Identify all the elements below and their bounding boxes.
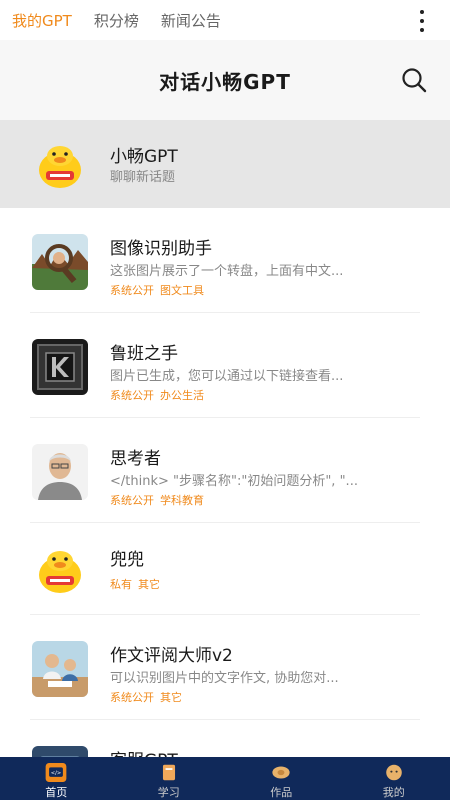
bot-name: 作文评阅大师v2 (110, 646, 233, 666)
tag: 办公生活 (160, 389, 204, 402)
list-item[interactable]: 兜兜 私有 其它 (0, 523, 450, 615)
tag: 系统公开 (110, 389, 154, 402)
bot-name: 鲁班之手 (110, 344, 178, 364)
metal-logo-icon (32, 339, 88, 395)
bot-desc: 可以识别图片中的文字作文, 协助您对... (110, 671, 339, 686)
nav-mine[interactable]: 我的 (338, 757, 450, 800)
tab-my-gpt[interactable]: 我的GPT (12, 10, 72, 31)
tag: 图文工具 (160, 284, 204, 297)
tag-list: 系统公开 办公生活 (110, 387, 204, 403)
duck-mascot-icon (32, 138, 88, 194)
bot-desc: 图片已生成，您可以通过以下链接查看... (110, 369, 344, 384)
svg-text:</>: </> (51, 771, 61, 777)
nav-label: 首页 (45, 786, 68, 799)
profile-icon (385, 764, 402, 781)
tag-list: 私有 其它 (110, 576, 160, 592)
nav-label: 学习 (157, 786, 180, 799)
tag-list: 系统公开 图文工具 (110, 282, 204, 298)
tag: 其它 (138, 578, 160, 591)
works-icon (272, 766, 290, 779)
tab-news[interactable]: 新闻公告 (161, 10, 221, 31)
tag: 私有 (110, 578, 132, 591)
nav-label: 作品 (270, 786, 293, 799)
book-icon (162, 764, 175, 781)
tag-list: 系统公开 学科教育 (110, 492, 204, 508)
duck-mascot-icon (32, 543, 88, 599)
list-item[interactable]: 思考者 </think> "步骤名称":"初始问题分析", "... 系统公开 … (0, 418, 450, 523)
service-icon (32, 746, 88, 757)
bot-name: 思考者 (110, 449, 161, 469)
tag: 学科教育 (160, 494, 204, 507)
home-icon: </> (45, 763, 67, 782)
search-icon[interactable] (400, 66, 428, 94)
nav-home[interactable]: </> 首页 (0, 757, 113, 800)
nav-study[interactable]: 学习 (113, 757, 226, 800)
bot-desc: 这张图片展示了一个转盘，上面有中文... (110, 264, 344, 279)
list-item[interactable]: 客服GPT (0, 720, 450, 757)
bot-name: 图像识别助手 (110, 239, 212, 259)
list-item[interactable]: 作文评阅大师v2 可以识别图片中的文字作文, 协助您对... 系统公开 其它 (0, 615, 450, 720)
page-header: 对话小畅GPT (0, 40, 450, 120)
list-item[interactable]: 小畅GPT 聊聊新话题 (0, 120, 450, 208)
magnifier-photo-icon (32, 234, 88, 290)
tag: 系统公开 (110, 691, 154, 704)
more-options-icon[interactable] (412, 10, 432, 32)
bottom-nav: </> 首页 学习 作品 我的 (0, 757, 450, 800)
list-item[interactable]: 图像识别助手 这张图片展示了一个转盘，上面有中文... 系统公开 图文工具 (0, 208, 450, 313)
list-item[interactable]: 鲁班之手 图片已生成，您可以通过以下链接查看... 系统公开 办公生活 (0, 313, 450, 418)
nav-works[interactable]: 作品 (225, 757, 338, 800)
tag: 其它 (160, 691, 182, 704)
elder-portrait-icon (32, 444, 88, 500)
bot-name: 兜兜 (110, 550, 144, 570)
bot-desc: </think> "步骤名称":"初始问题分析", "... (110, 474, 358, 489)
bot-list: 小畅GPT 聊聊新话题 图像识别助手 这张图片展示了一个转盘，上面有中文... … (0, 120, 450, 757)
bot-desc: 聊聊新话题 (110, 170, 176, 185)
nav-label: 我的 (382, 786, 405, 799)
tab-leaderboard[interactable]: 积分榜 (94, 10, 139, 31)
page-title: 对话小畅GPT (159, 69, 291, 94)
study-scene-icon (32, 641, 88, 697)
top-nav: 我的GPT 积分榜 新闻公告 (0, 0, 450, 40)
tag: 系统公开 (110, 494, 154, 507)
tag: 系统公开 (110, 284, 154, 297)
tag-list: 系统公开 其它 (110, 689, 182, 705)
bot-name: 小畅GPT (110, 147, 178, 167)
bot-name: 客服GPT (110, 746, 178, 757)
